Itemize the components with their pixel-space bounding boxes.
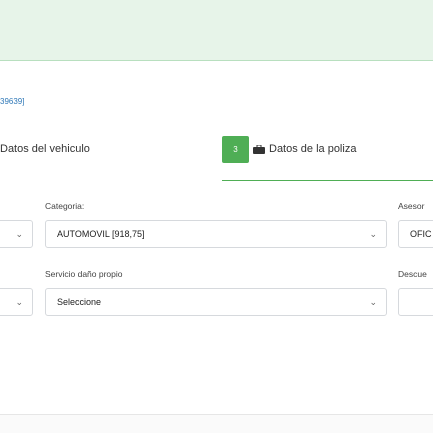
select-value: Seleccione (57, 297, 102, 307)
step-datos-poliza[interactable]: 3 Datos de la poliza (222, 135, 356, 163)
chevron-down-icon: ⌄ (369, 229, 377, 239)
step-number-badge: 3 (222, 135, 249, 163)
footer-band (0, 415, 433, 433)
select-categoria[interactable]: AUTOMOVIL [918,75] ⌄ (45, 220, 387, 248)
select-servicio-dano-propio[interactable]: Seleccione ⌄ (45, 288, 387, 316)
select-value: AUTOMOVIL [918,75] (57, 229, 145, 239)
chevron-down-icon: ⌄ (15, 297, 23, 307)
chevron-down-icon: ⌄ (369, 297, 377, 307)
label-categoria: Categoria: (45, 201, 85, 211)
label-descuento: Descue (398, 269, 427, 279)
alert-banner (0, 0, 433, 61)
label-asesor: Asesor (398, 201, 425, 211)
label-servicio-dano-propio: Servicio daño propio (45, 269, 123, 279)
briefcase-icon (253, 144, 265, 154)
select-left-row1[interactable]: ⌄ (0, 220, 33, 248)
active-step-underline (222, 180, 433, 181)
input-descuento[interactable] (398, 288, 433, 316)
step-label: Datos de la poliza (269, 143, 357, 155)
select-value: OFIC (410, 229, 432, 239)
step-datos-vehiculo[interactable]: Datos del vehiculo (0, 135, 90, 163)
reference-text: 39639] (0, 97, 25, 106)
chevron-down-icon: ⌄ (15, 229, 23, 239)
select-asesor[interactable]: OFIC (398, 220, 433, 248)
select-left-row2[interactable]: ⌄ (0, 288, 33, 316)
step-label: Datos del vehiculo (0, 143, 90, 155)
